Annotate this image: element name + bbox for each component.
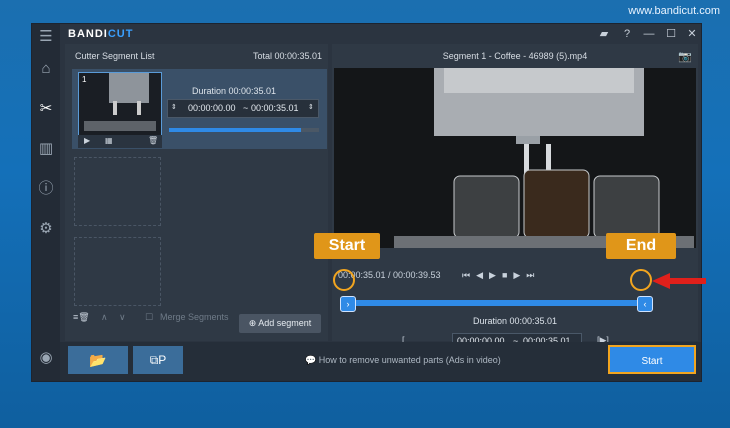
thumbnail-image bbox=[79, 73, 161, 136]
play-icon[interactable]: ▶ bbox=[84, 136, 90, 145]
segment-list-title: Cutter Segment List bbox=[75, 51, 155, 61]
ads-help-link[interactable]: 💬 How to remove unwanted parts (Ads in v… bbox=[305, 355, 501, 366]
red-arrow-icon bbox=[652, 273, 706, 289]
app-logo: BANDICUT bbox=[68, 28, 134, 40]
video-preview[interactable] bbox=[334, 68, 696, 248]
camera-icon[interactable]: 📷 bbox=[678, 50, 692, 63]
segment-progress-bar bbox=[169, 128, 319, 132]
video-frame bbox=[334, 68, 696, 248]
end-annotation-label: End bbox=[606, 233, 676, 259]
minimize-icon[interactable]: — bbox=[642, 27, 656, 41]
empty-segment-slot bbox=[74, 237, 161, 306]
start-handle-highlight bbox=[333, 269, 355, 291]
segment-end-time[interactable]: 00:00:35.01 bbox=[251, 103, 299, 113]
segment-thumbnail[interactable]: 1 bbox=[78, 72, 162, 137]
timeline-slider[interactable]: › ‹ bbox=[337, 296, 662, 312]
cut-icon[interactable]: ✂ bbox=[37, 100, 55, 118]
merge-label: Merge Segments bbox=[160, 312, 229, 322]
thumbnail-toolbar: ▶ ▦ 🗑 bbox=[78, 135, 162, 148]
segment-number: 1 bbox=[82, 75, 87, 84]
left-nav: ☰ ⌂ ✂ ▥ ⓘ ⚙ ◉ bbox=[32, 24, 60, 381]
end-handle-highlight bbox=[630, 269, 652, 291]
segment-list-footer: ≡🗑 ∧ ∨ ☐ Merge Segments ⊕ Add segment bbox=[65, 312, 328, 336]
player-title: Segment 1 - Coffee - 46989 (5).mp4 bbox=[442, 51, 588, 61]
grid-icon[interactable]: ▦ bbox=[105, 136, 113, 145]
total-time: / 00:00:39.53 bbox=[388, 270, 441, 280]
trash-icon[interactable]: 🗑 bbox=[148, 136, 158, 145]
watermark-url: www.bandicut.com bbox=[628, 5, 720, 17]
end-handle[interactable]: ‹ bbox=[637, 296, 653, 312]
bottom-bar: 📂 ⧉P 💬 How to remove unwanted parts (Ads… bbox=[60, 342, 701, 381]
segment-item[interactable]: 1 ▶ ▦ 🗑 Duration 00:00:35.01 ⇕ 00:00:00.… bbox=[72, 69, 327, 149]
app-window: ☰ ⌂ ✂ ▥ ⓘ ⚙ ◉ BANDICUT ▰ ? — ☐ ✕ Cutter … bbox=[31, 23, 702, 382]
range-separator: ~ bbox=[243, 103, 249, 113]
merge-checkbox[interactable]: ☐ bbox=[145, 312, 153, 323]
start-button[interactable]: Start bbox=[608, 345, 696, 374]
segment-start-time[interactable]: 00:00:00.00 bbox=[188, 103, 236, 113]
player-duration: Duration 00:00:35.01 bbox=[472, 316, 558, 326]
clear-list-icon[interactable]: ≡🗑 bbox=[73, 312, 90, 323]
playback-controls[interactable]: ⏮◀▶■▶⏭ bbox=[462, 270, 540, 281]
help-icon[interactable]: ? bbox=[620, 27, 634, 41]
add-segment-button[interactable]: ⊕ Add segment bbox=[239, 314, 321, 333]
timeline-track bbox=[347, 300, 647, 306]
folder-icon[interactable]: ▰ bbox=[597, 27, 611, 41]
maximize-icon[interactable]: ☐ bbox=[664, 27, 678, 41]
move-down-icon[interactable]: ∨ bbox=[119, 312, 126, 323]
join-icon[interactable]: ▥ bbox=[37, 140, 55, 158]
player-panel: Segment 1 - Coffee - 46989 (5).mp4 📷 00:… bbox=[332, 44, 698, 350]
stepper-icon[interactable]: ⇕ bbox=[171, 103, 177, 111]
settings-gear-icon[interactable]: ⚙ bbox=[37, 220, 55, 238]
menu-icon[interactable]: ☰ bbox=[37, 28, 55, 46]
empty-segment-slot bbox=[74, 157, 161, 226]
start-annotation-label: Start bbox=[314, 233, 380, 259]
move-up-icon[interactable]: ∧ bbox=[101, 312, 108, 323]
segment-list-panel: Cutter Segment List Total 00:00:35.01 1 … bbox=[65, 44, 328, 341]
start-handle[interactable]: › bbox=[340, 296, 356, 312]
segment-list-header: Cutter Segment List Total 00:00:35.01 bbox=[65, 44, 328, 68]
info-icon[interactable]: ⓘ bbox=[37, 180, 55, 198]
segment-total: Total 00:00:35.01 bbox=[252, 51, 322, 61]
stepper-end-icon[interactable]: ⇕ bbox=[308, 103, 314, 111]
title-bar: BANDICUT ▰ ? — ☐ ✕ bbox=[60, 24, 701, 44]
open-folder-button[interactable]: 📂 bbox=[68, 346, 128, 374]
home-icon[interactable]: ⌂ bbox=[37, 60, 55, 78]
output-mode-button[interactable]: ⧉P bbox=[133, 346, 183, 374]
segment-time-range[interactable]: ⇕ 00:00:00.00 ~ 00:00:35.01 ⇕ bbox=[167, 99, 319, 118]
record-icon[interactable]: ◉ bbox=[37, 349, 55, 367]
close-icon[interactable]: ✕ bbox=[685, 27, 699, 41]
segment-duration: Duration 00:00:35.01 bbox=[192, 86, 277, 96]
